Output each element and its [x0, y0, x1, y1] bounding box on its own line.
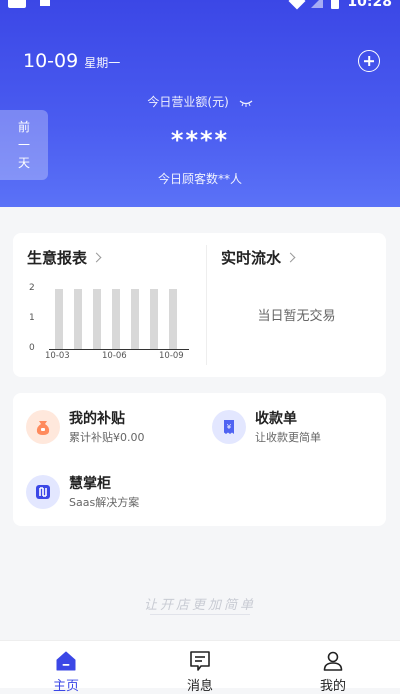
status-time: 10:28 — [347, 0, 392, 10]
chart-bar[interactable] — [55, 289, 63, 349]
chevron-right-icon — [91, 252, 102, 262]
date-text: 10-09 — [23, 50, 79, 72]
revenue-bar-chart[interactable]: 0 1 2 10-03 10-06 10-09 — [27, 283, 197, 371]
wifi-icon — [288, 0, 306, 10]
signal-icon — [311, 0, 324, 8]
chevron-right-icon — [285, 252, 296, 262]
add-circle-button[interactable] — [358, 50, 380, 72]
my-subsidy-item[interactable]: 我的补贴 累计补贴¥0.00 — [26, 408, 145, 445]
eye-closed-icon[interactable] — [239, 99, 253, 107]
chart-bar[interactable] — [93, 289, 101, 349]
message-icon — [188, 649, 212, 673]
svg-text:¥: ¥ — [227, 423, 232, 431]
receipt-item[interactable]: ¥ 收款单 让收款更简单 — [212, 408, 321, 445]
x-tick-label: 10-06 — [102, 351, 127, 361]
user-icon — [321, 649, 345, 673]
nav-home[interactable]: 主页 — [16, 641, 116, 694]
slogan-watermark: 让开店更加简单 — [143, 598, 256, 613]
bottom-navigation: 主页 消息 我的 — [0, 640, 400, 694]
x-tick-label: 10-03 — [45, 351, 70, 361]
status-bar: 10:28 — [0, 0, 400, 12]
x-axis-line — [49, 349, 189, 350]
chart-bar[interactable] — [150, 289, 158, 349]
date-display[interactable]: 10-09 星期一 — [23, 50, 120, 72]
revenue-value: **** — [170, 126, 230, 154]
revenue-label: 今日营业额(元) — [0, 93, 400, 110]
notification-icon — [8, 0, 26, 8]
customers-count: 今日顾客数**人 — [157, 172, 242, 186]
business-report-link[interactable]: 生意报表 — [27, 247, 102, 268]
money-bag-icon — [26, 409, 60, 444]
previous-day-button[interactable]: 前 一 天 — [0, 110, 48, 180]
huizhanggui-item[interactable]: 慧掌柜 Saas解决方案 — [26, 473, 139, 510]
weekday-text: 星期一 — [84, 56, 121, 70]
chart-bar[interactable] — [169, 289, 177, 349]
x-tick-label: 10-09 — [159, 351, 184, 361]
home-icon — [54, 649, 78, 673]
header-panel: 10:28 10-09 星期一 今日营业额(元) **** 今日顾客数**人 前… — [0, 0, 400, 207]
empty-transactions-text: 当日暂无交易 — [257, 309, 336, 324]
services-card: 我的补贴 累计补贴¥0.00 ¥ 收款单 让收款更简单 慧掌柜 Saas解决方案 — [13, 393, 386, 526]
chart-bar[interactable] — [74, 289, 82, 349]
chart-bar[interactable] — [131, 289, 139, 349]
app-notification-icon — [40, 0, 50, 6]
slogan-underline — [150, 614, 250, 615]
saas-logo-icon — [26, 474, 60, 509]
y-tick-label: 1 — [29, 313, 35, 323]
receipt-icon: ¥ — [212, 409, 246, 444]
y-tick-label: 0 — [29, 343, 35, 353]
y-tick-label: 2 — [29, 283, 35, 293]
chart-bar[interactable] — [112, 289, 120, 349]
business-report-card: 生意报表 实时流水 0 1 2 10-03 10-06 10-09 当日暂无交易 — [13, 233, 386, 377]
realtime-flow-link[interactable]: 实时流水 — [221, 247, 296, 268]
battery-icon — [331, 0, 340, 9]
nav-mine[interactable]: 我的 — [283, 641, 383, 694]
nav-messages[interactable]: 消息 — [150, 641, 250, 694]
